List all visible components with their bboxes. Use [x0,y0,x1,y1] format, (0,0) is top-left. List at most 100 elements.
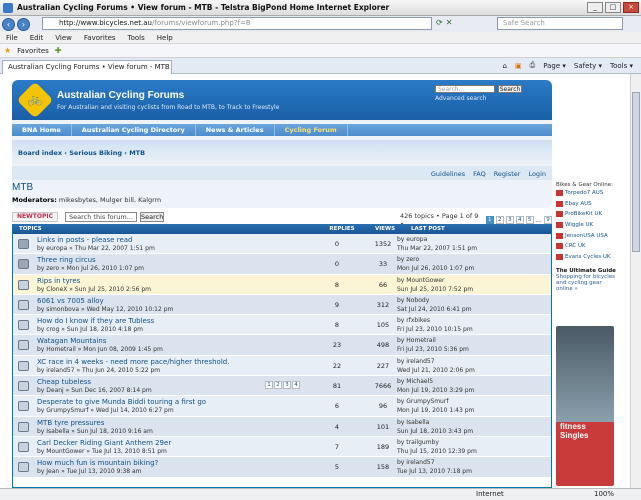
topic-author: by zero » Mon Jul 26, 2010 1:07 pm [37,265,144,273]
page-2[interactable]: 2 [495,216,504,224]
favorites-button[interactable]: Favorites [17,47,49,55]
shop-link-label: Torpedo7 AUS [565,190,604,197]
menu-view[interactable]: View [55,34,72,42]
address-bar[interactable]: http://www.bicycles.net.au/forums/viewfo… [42,17,432,30]
topic-icon [18,320,29,331]
topic-title[interactable]: How much fun is mountain biking? [37,459,158,467]
topic-page-link[interactable]: 2 [274,381,282,390]
topic-icon [18,381,29,392]
home-icon[interactable]: ⌂ [503,62,507,70]
maximize-button[interactable]: □ [605,2,621,13]
page-5[interactable]: 5 [525,216,534,224]
faq-link[interactable]: FAQ [473,170,486,178]
forum-search-button[interactable]: Search [140,212,164,222]
menu-file[interactable]: File [6,34,18,42]
ad-text[interactable]: The Ultimate Guide Shopping for bicycles … [556,268,618,292]
shop-link[interactable]: Ebay AUS [556,199,618,210]
breadcrumb[interactable]: Board index ‹ Serious Biking ‹ MTB [18,149,145,157]
stop-icon[interactable]: ✕ [446,18,453,27]
topic-title[interactable]: Rips in tyres [37,277,80,285]
page-9[interactable]: 9 [544,216,552,224]
ad-banner-image[interactable]: fitness Singles [556,326,614,486]
active-tab[interactable]: Australian Cycling Forums • View forum -… [2,60,172,74]
shop-link[interactable]: CRC UK [556,241,618,252]
topic-row: Carl Decker Riding Giant Anthem 29er by M… [13,436,551,458]
topic-title[interactable]: Three ring circus [37,256,96,264]
shop-link[interactable]: Evans Cycles UK [556,252,618,263]
nav-cycling-forum[interactable]: Cycling Forum [275,124,348,136]
header-search-button[interactable]: Search [498,85,522,93]
topic-title[interactable]: Desperate to give Munda Biddi touring a … [37,398,206,406]
zoom-level[interactable]: 100% [594,490,614,498]
topic-title[interactable]: Cheap tubeless [37,378,91,386]
advanced-search-link[interactable]: Advanced search [435,95,486,102]
menu-favorites[interactable]: Favorites [84,34,116,42]
menu-edit[interactable]: Edit [30,34,44,42]
last-post-author[interactable]: by rfxbikes [397,317,430,324]
moderators-list[interactable]: mikesbytes, Mulger bill, Kalgrm [59,196,161,204]
last-post-author[interactable]: by trailgumby [397,439,439,446]
last-post-author[interactable]: by GrumpySmurf [397,398,448,405]
topic-title[interactable]: MTB tyre pressures [37,419,104,427]
site-name[interactable]: Australian Cycling Forums [57,90,184,101]
tools-menu[interactable]: Tools ▾ [610,62,633,70]
shop-link[interactable]: Wiggle UK [556,220,618,231]
vertical-scrollbar[interactable] [630,74,641,488]
forward-button[interactable]: › [17,17,30,31]
menu-help[interactable]: Help [157,34,173,42]
shop-link[interactable]: ProBikeKit UK [556,209,618,220]
last-post-author[interactable]: by ireland57 [397,358,435,365]
feeds-icon[interactable]: ▣ [515,62,522,70]
last-post-author[interactable]: by europa [397,236,427,243]
new-topic-button[interactable]: NEWTOPIC [12,212,58,222]
back-button[interactable]: ‹ [2,17,15,31]
scroll-thumb[interactable] [632,92,640,252]
refresh-icon[interactable]: ⟳ [436,18,443,27]
menu-tools[interactable]: Tools [128,34,145,42]
topic-row: How much fun is mountain biking? by Jean … [13,457,551,478]
topic-title[interactable]: Watagan Mountains [37,337,106,345]
register-link[interactable]: Register [494,170,521,178]
page-1[interactable]: 1 [485,216,494,224]
nav-news[interactable]: News & Articles [196,124,275,136]
shop-logo-icon [556,232,563,239]
safety-menu[interactable]: Safety ▾ [574,62,602,70]
nav-directory[interactable]: Australian Cycling Directory [72,124,196,136]
last-post-author[interactable]: by Hometrail [397,337,436,344]
last-post-author[interactable]: by ireland57 [397,459,435,466]
topic-title[interactable]: Links in posts - please read [37,236,132,244]
topic-row: Cheap tubeless by Deanj » Sun Dec 16, 200… [13,376,551,397]
guidelines-link[interactable]: Guidelines [431,170,465,178]
page-4[interactable]: 4 [515,216,524,224]
shop-link[interactable]: JensonUSA USA [556,230,618,241]
topic-title[interactable]: Carl Decker Riding Giant Anthem 29er [37,439,171,447]
page-3[interactable]: 3 [505,216,514,224]
last-post-author[interactable]: by Michael5 [397,378,433,385]
page-menu[interactable]: Page ▾ [543,62,566,70]
last-post-author[interactable]: by zero [397,256,419,263]
site-logo[interactable]: 🚲 [16,81,54,119]
topic-page-link[interactable]: 3 [283,381,291,390]
topic-page-link[interactable]: 4 [292,381,300,390]
topic-page-link[interactable]: 1 [265,381,273,390]
page-title[interactable]: MTB [12,182,552,193]
minimize-button[interactable]: _ [587,2,603,13]
topic-title[interactable]: XC race in 4 weeks - need more pace/high… [37,358,229,366]
topic-title[interactable]: How do I know if they are Tubless [37,317,154,325]
header-search-input[interactable]: Search... [435,85,495,93]
last-post-author[interactable]: by Isabella [397,419,429,426]
last-post-author[interactable]: by MountGower [397,277,444,284]
last-post-author[interactable]: by Nobody [397,297,429,304]
forum-search-input[interactable]: Search this forum... [65,212,137,222]
close-button[interactable]: × [623,2,639,13]
col-topics: TOPICS [19,226,42,232]
last-post-date: Sun Jul 25, 2010 7:52 pm [397,285,474,293]
browser-search-input[interactable]: Safe Search [497,17,623,30]
topic-title[interactable]: 6061 vs 7005 alloy [37,297,104,305]
add-favorite-icon[interactable]: ✚ [55,46,62,55]
star-icon[interactable]: ★ [4,46,11,55]
nav-bna-home[interactable]: BNA Home [12,124,72,136]
login-link[interactable]: Login [528,170,546,178]
shop-link[interactable]: Torpedo7 AUS [556,188,618,199]
print-icon[interactable]: ⎙ [530,61,536,70]
